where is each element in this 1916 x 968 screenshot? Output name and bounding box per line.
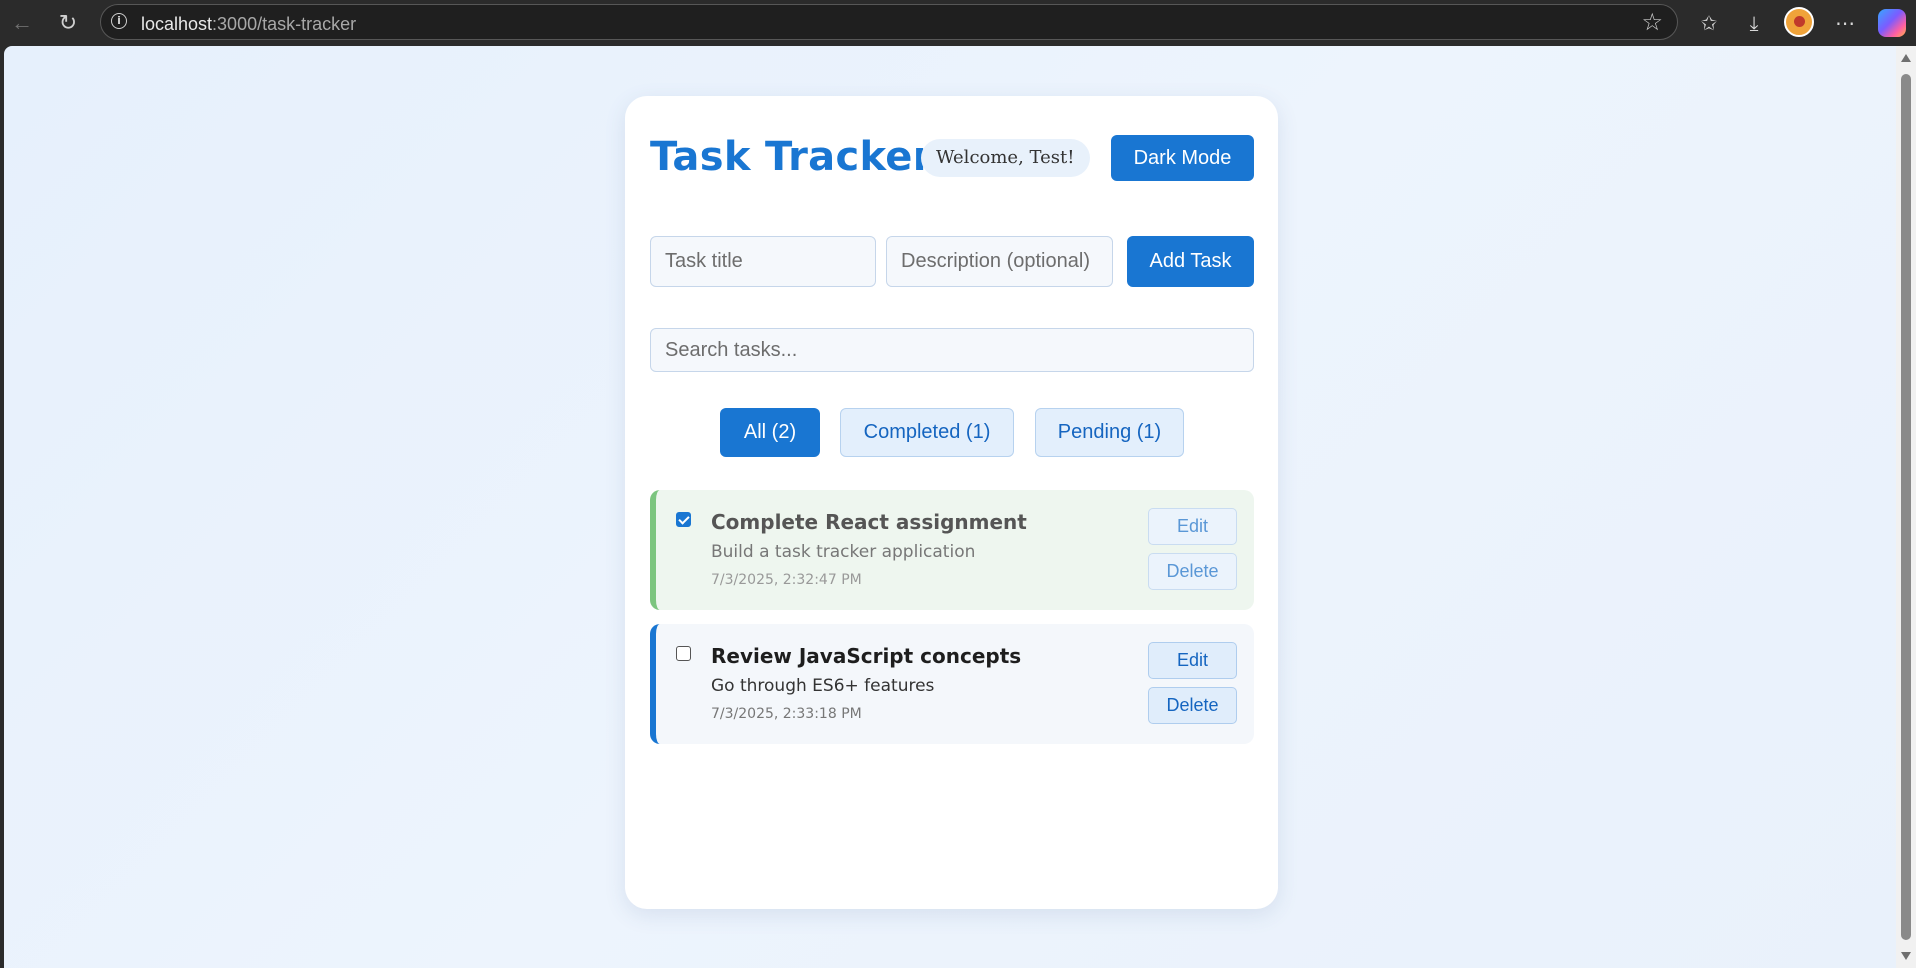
- task-complete-checkbox[interactable]: [676, 512, 691, 527]
- dark-mode-button[interactable]: Dark Mode: [1111, 135, 1254, 181]
- task-timestamp: 7/3/2025, 2:33:18 PM: [711, 706, 862, 722]
- vertical-scrollbar[interactable]: [1896, 46, 1916, 968]
- profile-avatar[interactable]: [1784, 7, 1814, 37]
- task-description: Go through ES6+ features: [711, 676, 935, 696]
- scroll-down-arrow-icon[interactable]: [1901, 952, 1911, 960]
- filter-pending-button[interactable]: Pending (1): [1035, 408, 1184, 457]
- task-tracker-card: Task Tracker Welcome, Test! Dark Mode Ad…: [625, 96, 1278, 909]
- welcome-badge: Welcome, Test!: [921, 139, 1090, 177]
- task-timestamp: 7/3/2025, 2:32:47 PM: [711, 572, 862, 588]
- back-arrow-icon[interactable]: ←: [6, 7, 38, 39]
- task-description-input[interactable]: [886, 236, 1113, 287]
- url-host: localhost: [141, 14, 213, 34]
- scroll-up-arrow-icon[interactable]: [1901, 54, 1911, 62]
- downloads-icon[interactable]: ⤓: [1739, 8, 1769, 38]
- address-bar[interactable]: i localhost:3000/task-tracker ☆: [100, 4, 1678, 40]
- page-title: Task Tracker: [650, 134, 933, 180]
- copilot-icon[interactable]: [1878, 9, 1906, 37]
- favorite-star-icon[interactable]: ☆: [1641, 8, 1663, 36]
- edit-task-button[interactable]: Edit: [1148, 642, 1237, 679]
- task-description: Build a task tracker application: [711, 542, 976, 562]
- favorites-icon[interactable]: ✩: [1694, 8, 1724, 38]
- task-item: Review JavaScript concepts Go through ES…: [650, 624, 1254, 744]
- scrollbar-thumb[interactable]: [1901, 74, 1911, 940]
- edit-task-button[interactable]: Edit: [1148, 508, 1237, 545]
- filter-all-button[interactable]: All (2): [720, 408, 820, 457]
- url-path: :3000/task-tracker: [212, 14, 357, 34]
- browser-toolbar: ← ↻ i localhost:3000/task-tracker ☆ ✩ ⤓ …: [0, 0, 1916, 46]
- reload-icon[interactable]: ↻: [52, 7, 84, 39]
- task-title: Complete React assignment: [711, 510, 1027, 534]
- task-title-input[interactable]: [650, 236, 876, 287]
- url-text: localhost:3000/task-tracker: [141, 14, 356, 35]
- delete-task-button[interactable]: Delete: [1148, 687, 1237, 724]
- site-info-icon[interactable]: i: [111, 13, 127, 29]
- page-viewport: Task Tracker Welcome, Test! Dark Mode Ad…: [4, 46, 1896, 968]
- search-input[interactable]: [650, 328, 1254, 372]
- delete-task-button[interactable]: Delete: [1148, 553, 1237, 590]
- task-title: Review JavaScript concepts: [711, 644, 1022, 668]
- add-task-button[interactable]: Add Task: [1127, 236, 1254, 287]
- filter-completed-button[interactable]: Completed (1): [840, 408, 1014, 457]
- task-item: Complete React assignment Build a task t…: [650, 490, 1254, 610]
- task-complete-checkbox[interactable]: [676, 646, 691, 661]
- more-options-icon[interactable]: ⋯: [1830, 8, 1860, 38]
